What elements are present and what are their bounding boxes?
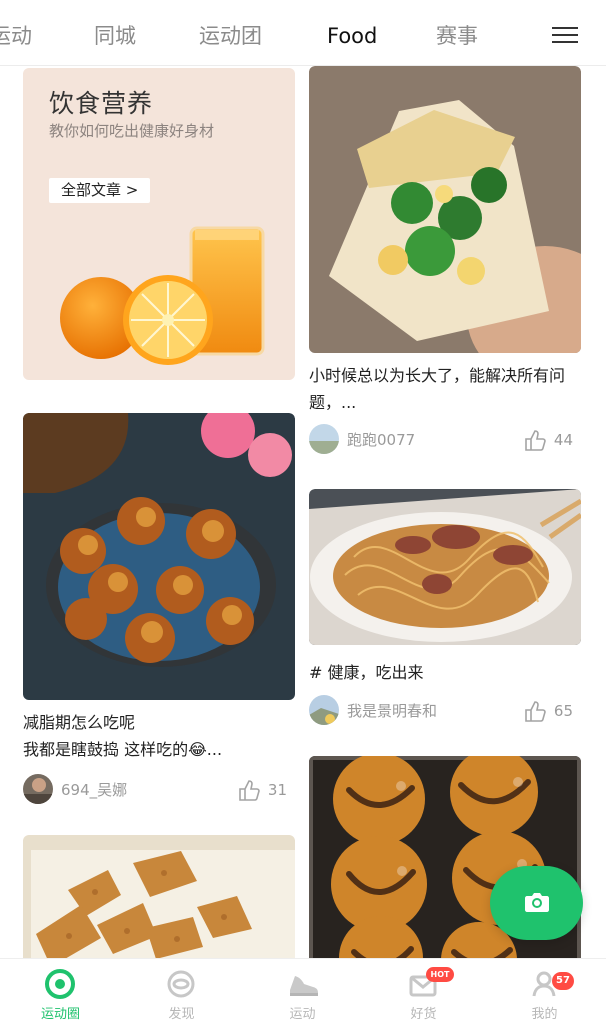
- like-button[interactable]: 31: [236, 779, 287, 801]
- hot-badge: HOT: [426, 967, 454, 982]
- like-count: 31: [267, 781, 287, 799]
- like-button[interactable]: 44: [522, 429, 573, 451]
- nav-label: 运动: [289, 1007, 316, 1022]
- tab-events[interactable]: 赛事: [436, 22, 478, 50]
- menu-icon[interactable]: [552, 24, 578, 44]
- post-card[interactable]: 减脂期怎么吃呢 我都是瞎鼓捣 这样吃的😂... 694_吴娜 31: [23, 413, 295, 805]
- like-button[interactable]: 65: [522, 700, 573, 722]
- food-feed: 饮食营养 教你如何吃出健康好身材 全部文章 > 小时候总以为长大了，能解决所有问…: [0, 66, 606, 958]
- nav-label: 运动圈: [40, 1007, 80, 1022]
- camera-icon: [525, 893, 549, 912]
- tab-food[interactable]: Food: [327, 22, 377, 50]
- post-title: 小时候总以为长大了，能解决所有问题，...: [309, 366, 566, 412]
- thumbs-up-icon: [239, 780, 260, 801]
- nav-item-sports-circle[interactable]: 运动圈: [0, 959, 121, 1027]
- avatar: [309, 424, 339, 454]
- post-image: [23, 413, 295, 700]
- nutrition-banner[interactable]: 饮食营养 教你如何吃出健康好身材 全部文章 >: [23, 68, 295, 380]
- nav-label: 我的: [531, 1007, 558, 1022]
- nav-item-sports[interactable]: 运动: [242, 959, 363, 1027]
- shoe-icon: [290, 976, 318, 996]
- post-title: # 健康，吃出来: [309, 663, 424, 682]
- post-author: 我是景明春和: [309, 695, 437, 725]
- top-tab-bar: 运动 同城 运动团 Food 赛事: [0, 0, 606, 66]
- nav-item-discover[interactable]: 发现: [121, 959, 242, 1027]
- orange-juice-image: [60, 226, 265, 365]
- notification-badge: 57: [552, 972, 574, 990]
- avatar: [23, 774, 53, 804]
- camera-button[interactable]: [490, 866, 583, 940]
- like-count: 65: [553, 702, 573, 720]
- author-name: 我是景明春和: [347, 701, 438, 720]
- nav-item-goods[interactable]: HOT 好货: [363, 959, 484, 1027]
- post-image: [309, 66, 581, 353]
- post-card[interactable]: # 健康，吃出来 我是景明春和 65: [309, 489, 581, 735]
- like-count: 44: [553, 431, 573, 449]
- compass-icon: [167, 970, 195, 998]
- thumbs-up-icon: [525, 430, 546, 451]
- avatar: [309, 695, 339, 725]
- author-name: 跑跑0077: [347, 430, 416, 449]
- post-image[interactable]: [23, 835, 295, 958]
- thumbs-up-icon: [525, 701, 546, 722]
- post-title: 减脂期怎么吃呢 我都是瞎鼓捣 这样吃的😂...: [23, 713, 223, 759]
- app-screen: 运动 同城 运动团 Food 赛事 饮食营养 教你如何吃出健康好身材 全部文章 …: [0, 0, 606, 1027]
- bottom-navigation: 运动圈 发现 运动 HOT 好货 57 我的: [0, 958, 606, 1027]
- nav-label: 发现: [168, 1007, 195, 1022]
- post-author: 694_吴娜: [23, 774, 127, 804]
- tab-same-city[interactable]: 同城: [94, 22, 136, 50]
- nav-label: 好货: [410, 1007, 437, 1022]
- tab-sports-group[interactable]: 运动团: [199, 22, 262, 50]
- author-name: 694_吴娜: [61, 780, 128, 799]
- post-author: 跑跑0077: [309, 424, 415, 454]
- circle-icon: [45, 969, 75, 999]
- post-card[interactable]: 小时候总以为长大了，能解决所有问题，... 跑跑0077 44: [309, 66, 581, 456]
- tab-sports[interactable]: 运动: [0, 22, 32, 50]
- nav-item-profile[interactable]: 57 我的: [484, 959, 605, 1027]
- post-image: [309, 489, 581, 645]
